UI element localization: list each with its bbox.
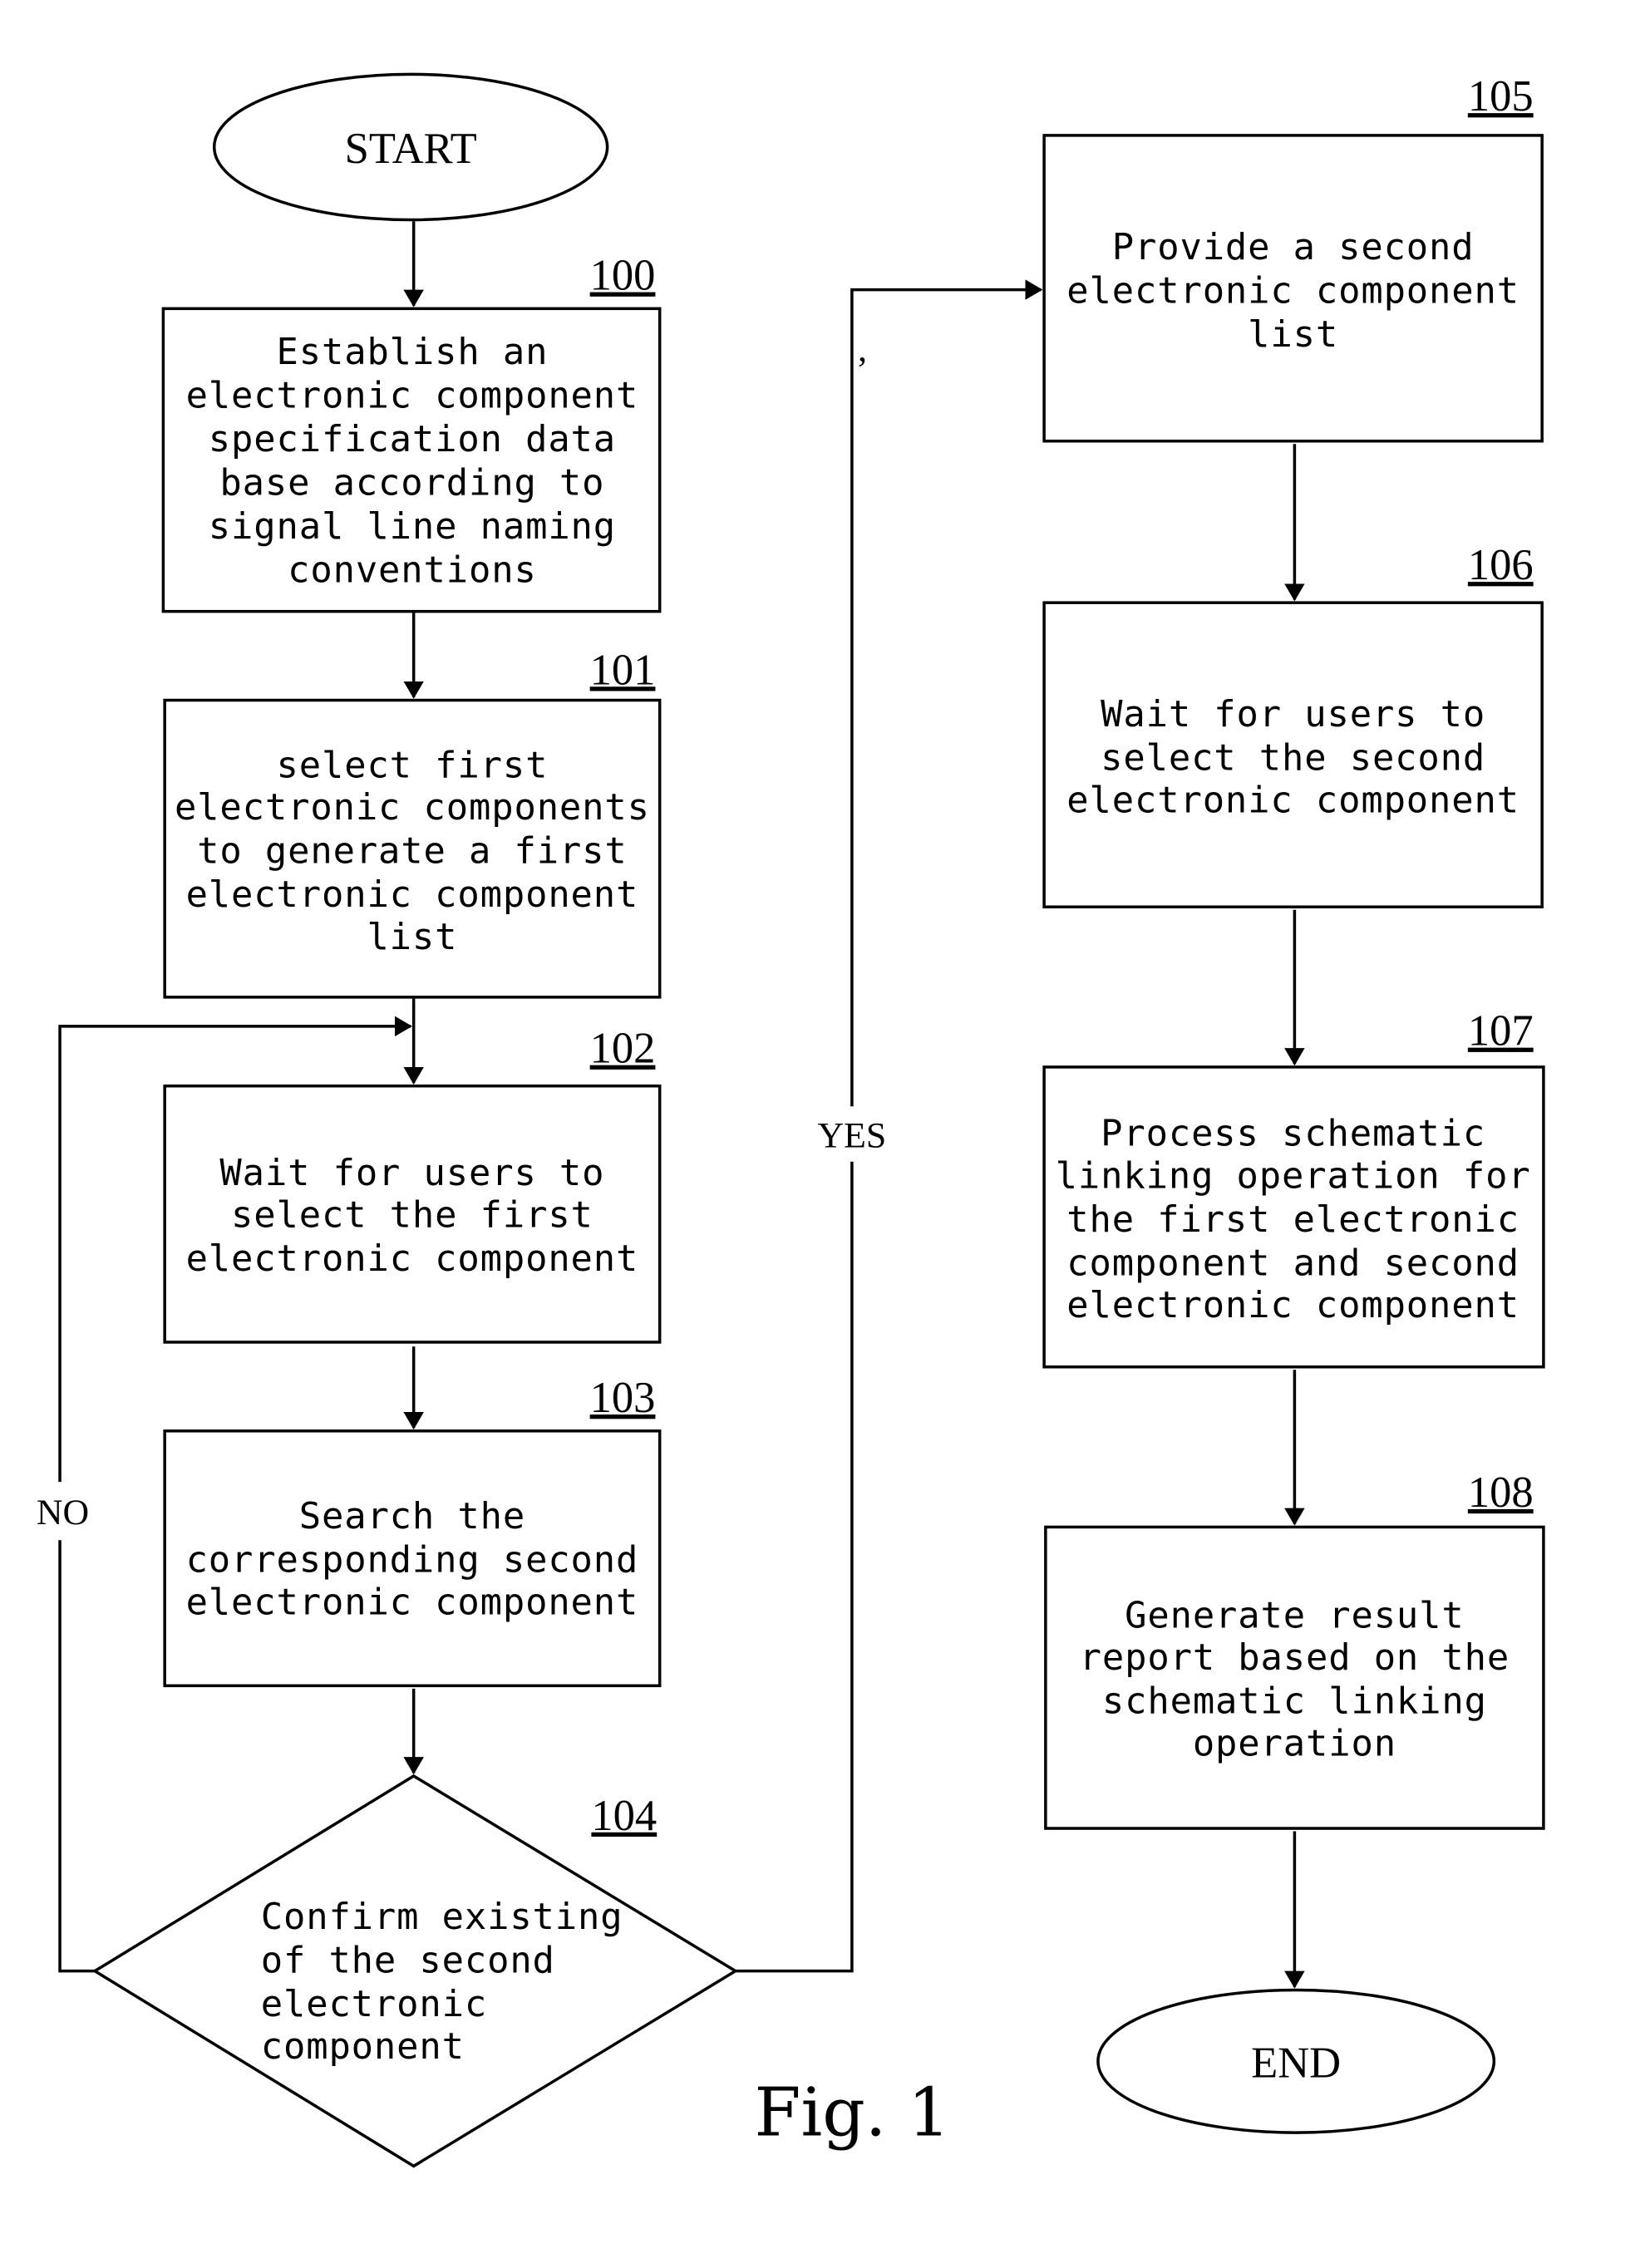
step-text: select first — [277, 744, 549, 786]
step-text: schematic linking — [1102, 1680, 1487, 1723]
step-text: operation — [1193, 1722, 1396, 1764]
step-100: 100 Establish an electronic component sp… — [161, 252, 662, 613]
step-text: report based on the — [1080, 1636, 1510, 1679]
step-105: 105 Provide a second electronic componen… — [1042, 72, 1544, 443]
step-text: electronic — [261, 1983, 487, 2025]
step-text: Establish an — [277, 331, 549, 373]
step-text: electronic component — [186, 374, 639, 416]
step-text: to generate a first — [197, 830, 627, 873]
step-number: 104 — [591, 1792, 657, 1840]
step-text: component and second — [1066, 1242, 1519, 1284]
step-text: signal line naming — [209, 505, 616, 548]
step-number: 105 — [1468, 72, 1534, 121]
step-text: Confirm existing — [261, 1896, 623, 1938]
step-number: 106 — [1468, 541, 1534, 589]
step-text: of the second — [261, 1939, 555, 1981]
step-text: electronic component — [186, 873, 639, 916]
yes-label: YES — [818, 1115, 887, 1155]
figure-label: Fig. 1 — [755, 2074, 951, 2152]
end-label: END — [1251, 2039, 1341, 2088]
step-number: 108 — [1468, 1469, 1534, 1517]
step-text: select the second — [1101, 737, 1485, 780]
step-text: the first electronic — [1066, 1198, 1519, 1241]
step-text: electronic component — [1066, 779, 1519, 821]
step-number: 100 — [590, 252, 656, 300]
step-text: list — [367, 916, 457, 958]
step-text: Wait for users to — [219, 1152, 604, 1194]
start-terminal: START — [212, 72, 609, 222]
stray-mark: ʼ — [856, 350, 869, 390]
step-text: electronic components — [175, 786, 650, 829]
step-text: conventions — [288, 549, 537, 592]
step-number: 102 — [590, 1025, 656, 1073]
step-number: 107 — [1468, 1007, 1534, 1055]
step-text: electronic component — [186, 1582, 639, 1624]
end-terminal: END — [1096, 1988, 1496, 2134]
step-text: Provide a second — [1112, 226, 1475, 268]
step-text: electronic component — [1066, 269, 1519, 312]
decision-104: 104 Confirm existing of the second elect… — [91, 1774, 739, 2168]
step-text: Search the — [299, 1495, 525, 1537]
start-label: START — [345, 125, 477, 173]
flowchart: START 100 Establish an electronic compon… — [35, 72, 1545, 2168]
step-text: Wait for users to — [1101, 693, 1485, 736]
no-label: NO — [37, 1493, 89, 1532]
step-text: specification data — [209, 418, 616, 460]
step-text: Generate result — [1125, 1594, 1465, 1636]
step-text: component — [261, 2025, 465, 2068]
step-text: base according to — [219, 462, 604, 504]
step-text: select the first — [231, 1194, 594, 1237]
step-number: 103 — [590, 1374, 656, 1422]
step-text: corresponding second — [186, 1539, 639, 1582]
step-text: electronic component — [186, 1237, 639, 1280]
step-text: list — [1248, 313, 1338, 356]
step-101: 101 select first electronic components t… — [163, 646, 662, 999]
step-text: Process schematic — [1101, 1113, 1485, 1155]
step-text: linking operation for — [1056, 1154, 1531, 1197]
step-number: 101 — [590, 646, 656, 694]
step-text: electronic component — [1066, 1284, 1519, 1326]
